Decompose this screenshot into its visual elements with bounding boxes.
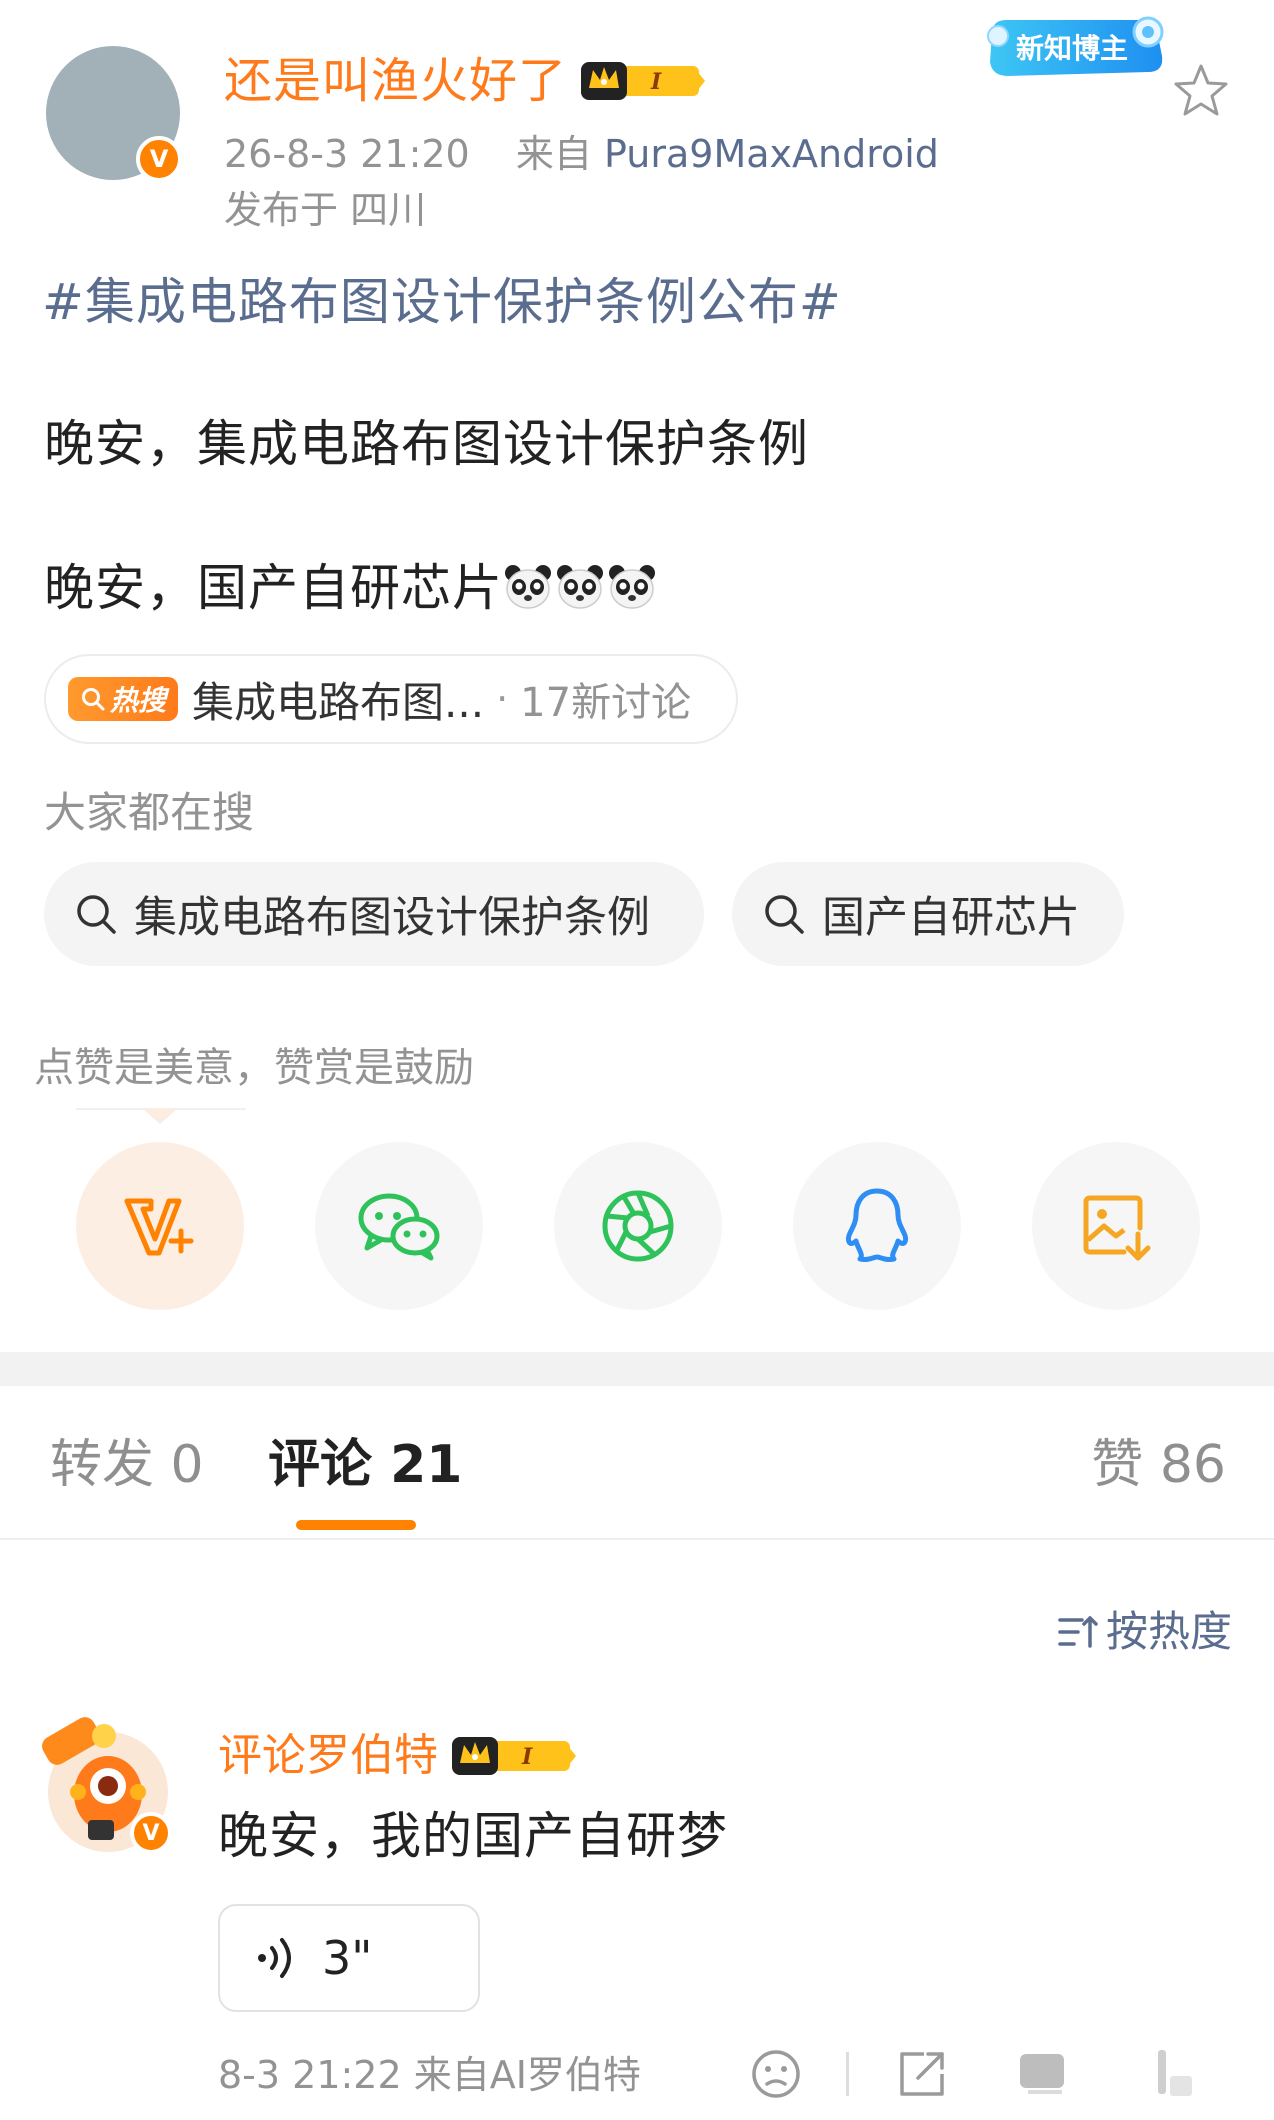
active-tab-indicator [296, 1520, 416, 1530]
search-chip-label: 集成电路布图设计保护条例 [134, 893, 650, 943]
panda-emoji-icon [555, 560, 605, 610]
search-chip-ic-layout[interactable]: 集成电路布图设计保护条例 [44, 862, 704, 966]
voice-message-button[interactable]: 3" [218, 1904, 480, 2012]
sort-by-hot-button[interactable]: 按热度 [1056, 1604, 1232, 1660]
post-location: 发布于 四川 [224, 188, 427, 232]
post-topic-link[interactable]: #集成电路布图设计保护条例公布# [42, 268, 842, 336]
share-wechat-button[interactable] [315, 1142, 483, 1310]
commenter-name[interactable]: 评论罗伯特 [218, 1726, 438, 1786]
share-moments-button[interactable] [554, 1142, 722, 1310]
reward-tip: 点赞是美意，赞赏是鼓励 [34, 1045, 474, 1091]
save-image-button[interactable] [1032, 1142, 1200, 1310]
hot-search-tag-label: 热搜 [110, 684, 167, 717]
commenter-verified-badge-icon: V [130, 1812, 172, 1854]
comment-reply-icon[interactable] [1014, 2046, 1070, 2102]
new-blogger-badge[interactable]: 新知博主 [978, 6, 1178, 90]
share-qq-button[interactable] [793, 1142, 961, 1310]
comment-meta: 8-3 21:22 来自AI罗伯特 [218, 2053, 641, 2097]
panda-emoji-icon [503, 560, 553, 610]
reward-button[interactable] [76, 1142, 244, 1310]
post-source-link[interactable]: Pura9MaxAndroid [604, 132, 939, 176]
crown-level-badge-icon: I [581, 58, 707, 104]
search-icon [82, 688, 105, 711]
hot-search-pill[interactable]: 热搜 集成电路布图... · 17新讨论 [44, 654, 738, 744]
hot-search-count: 17新讨论 [520, 680, 692, 726]
moments-icon [602, 1190, 674, 1262]
voice-duration: 3" [322, 1931, 373, 1985]
tab-like[interactable]: 赞 86 [1091, 1430, 1226, 1500]
post-meta: 26-8-3 21:20 来自 Pura9MaxAndroid [224, 128, 939, 180]
search-icon [77, 895, 116, 934]
panda-emoji-icon [607, 560, 657, 610]
search-chip-domestic-chip[interactable]: 国产自研芯片 [732, 862, 1124, 966]
action-divider [846, 2052, 849, 2096]
svg-text:I: I [521, 1744, 533, 1770]
sort-icon [1058, 1616, 1098, 1648]
verified-badge-icon: V [136, 136, 182, 182]
post-time: 26-8-3 21:20 [224, 132, 470, 176]
hot-search-tag: 热搜 [68, 677, 179, 721]
post-text-line-1: 晚安，集成电路布图设计保护条例 [44, 415, 809, 473]
svg-text:新知博主: 新知博主 [1016, 32, 1128, 65]
comment-text: 晚安，我的国产自研梦 [218, 1807, 728, 1865]
tab-repost[interactable]: 转发 0 [50, 1430, 204, 1500]
qq-icon [845, 1188, 909, 1263]
author-name[interactable]: 还是叫渔火好了 [224, 50, 567, 112]
section-separator [0, 1352, 1274, 1386]
hot-search-title: 集成电路布图... [192, 677, 485, 727]
post-text-line-2-text: 晚安，国产自研芯片 [44, 559, 503, 617]
tabs-divider [0, 1538, 1274, 1540]
hot-search-separator: · [496, 677, 509, 721]
post-source-prefix: 来自 [515, 132, 592, 176]
comment-like-icon[interactable] [1140, 2046, 1196, 2102]
tip-caret [142, 1108, 178, 1124]
save-image-icon [1083, 1195, 1151, 1261]
voice-wave-icon [258, 1938, 291, 1978]
emoji-react-icon[interactable] [748, 2046, 804, 2102]
commenter-name-row[interactable]: 评论罗伯特 I [218, 1726, 578, 1786]
author-name-row[interactable]: 还是叫渔火好了 I [224, 50, 707, 112]
post-text-line-2: 晚安，国产自研芯片 [44, 554, 659, 622]
search-chip-label: 国产自研芯片 [822, 893, 1080, 943]
favorite-star-icon[interactable] [1170, 60, 1232, 122]
share-comment-icon[interactable] [894, 2046, 950, 2102]
svg-text:I: I [650, 69, 662, 95]
crown-level-badge-icon: I [452, 1733, 578, 1779]
wechat-icon [358, 1193, 440, 1261]
everyone-search-heading: 大家都在搜 [44, 788, 255, 837]
sort-label: 按热度 [1105, 1607, 1232, 1656]
reward-v-plus-icon [124, 1198, 194, 1256]
search-icon [765, 895, 804, 934]
tab-comment[interactable]: 评论 21 [268, 1430, 462, 1500]
